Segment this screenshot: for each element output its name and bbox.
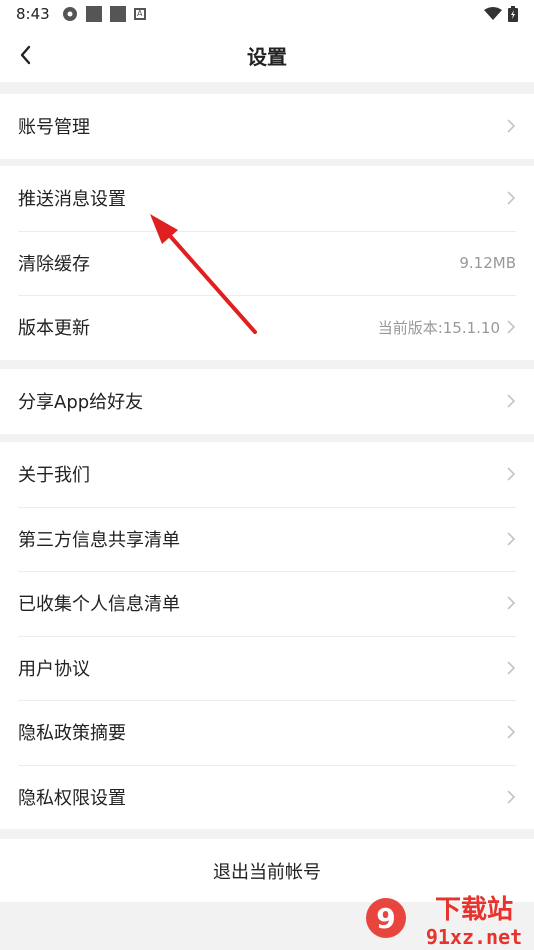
settings-row-version-update[interactable]: 版本更新 当前版本:15.1.10	[0, 295, 534, 360]
settings-row-third-party-sharing[interactable]: 第三方信息共享清单	[0, 506, 534, 572]
status-bar: 8:43 A	[0, 0, 534, 28]
chevron-right-icon	[507, 467, 516, 481]
app-bar: 设置	[0, 28, 534, 82]
chevron-left-icon[interactable]	[12, 38, 42, 72]
chevron-right-icon	[507, 596, 516, 610]
row-label: 已收集个人信息清单	[18, 594, 180, 616]
chevron-right-icon	[507, 532, 516, 546]
chevron-right-icon	[507, 725, 516, 739]
battery-icon	[508, 6, 518, 22]
square-icon	[109, 6, 126, 22]
chevron-right-icon	[507, 320, 516, 334]
cache-size-value: 9.12MB	[459, 253, 516, 272]
settings-row-user-agreement[interactable]: 用户协议	[0, 635, 534, 701]
row-label: 隐私权限设置	[18, 787, 126, 809]
watermark-url: 91xz.net	[426, 925, 522, 949]
row-label: 分享App给好友	[18, 392, 144, 414]
row-label: 关于我们	[18, 465, 90, 487]
chevron-right-icon	[507, 394, 516, 408]
row-label: 账号管理	[18, 117, 90, 139]
settings-row-account-management[interactable]: 账号管理	[0, 94, 534, 159]
chevron-right-icon	[507, 661, 516, 675]
current-version-value: 当前版本:15.1.10	[377, 318, 500, 337]
settings-row-about-us[interactable]: 关于我们	[0, 442, 534, 507]
settings-row-clear-cache[interactable]: 清除缓存 9.12MB	[0, 230, 534, 296]
row-label: 用户协议	[18, 658, 90, 680]
square-icon	[85, 6, 102, 22]
settings-row-privacy-permissions[interactable]: 隐私权限设置	[0, 764, 534, 830]
settings-group-account: 账号管理	[0, 94, 534, 159]
watermark-mark: 9	[376, 902, 395, 935]
settings-group-general: 推送消息设置 清除缓存 9.12MB 版本更新 当前版本:15.1.10	[0, 166, 534, 360]
row-label: 第三方信息共享清单	[18, 529, 180, 551]
row-label: 隐私政策摘要	[18, 723, 126, 745]
wifi-icon	[484, 7, 502, 20]
chevron-right-icon	[507, 191, 516, 205]
settings-gear-icon	[62, 7, 77, 21]
row-label: 清除缓存	[18, 253, 90, 275]
status-time: 8:43	[16, 5, 50, 23]
page-title: 设置	[247, 44, 287, 69]
settings-row-collected-info[interactable]: 已收集个人信息清单	[0, 571, 534, 636]
row-label: 版本更新	[18, 318, 90, 340]
settings-row-privacy-summary[interactable]: 隐私政策摘要	[0, 700, 534, 765]
chevron-right-icon	[507, 119, 516, 133]
settings-group-about: 关于我们 第三方信息共享清单 已收集个人信息清单 用户协议 隐私政策摘要 隐私权…	[0, 442, 534, 829]
site-watermark-logo: 9 下载站 91xz.net	[366, 895, 522, 949]
chevron-right-icon	[507, 790, 516, 804]
row-label: 推送消息设置	[18, 189, 126, 211]
logout-label: 退出当前帐号	[213, 861, 321, 883]
settings-row-push-notifications[interactable]: 推送消息设置	[0, 166, 534, 231]
settings-group-share: 分享App给好友	[0, 369, 534, 434]
a-badge-icon: A	[133, 8, 146, 20]
watermark-title: 下载站	[435, 895, 513, 925]
settings-row-share-app[interactable]: 分享App给好友	[0, 369, 534, 434]
